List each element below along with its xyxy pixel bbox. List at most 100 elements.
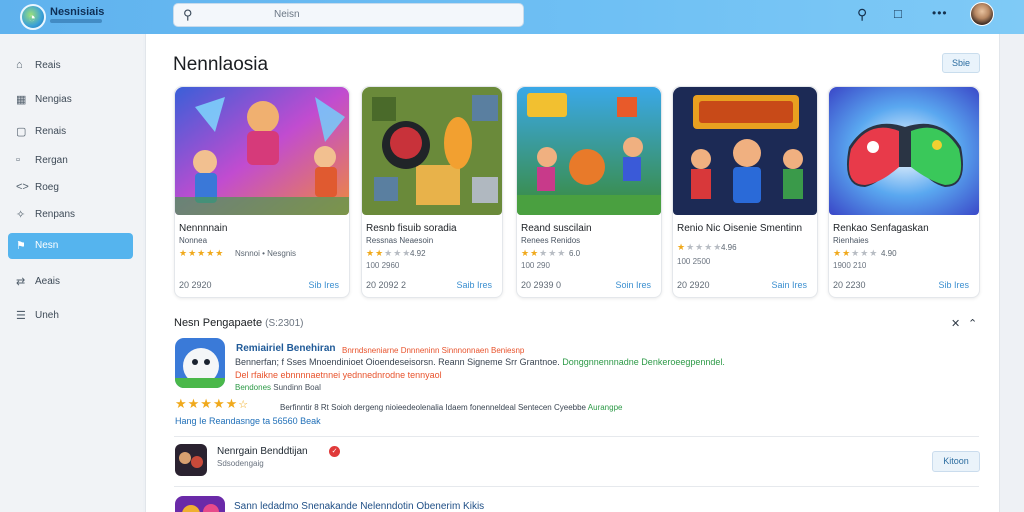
rating-stars: ★★★★★ xyxy=(521,248,567,258)
game-card[interactable]: Reand suscilain Renees Renidos ★★★★★ 6.0… xyxy=(516,86,662,298)
flow-icon: ⇄ xyxy=(16,276,26,288)
sidebar-item-nengias[interactable]: ▦ Nengias xyxy=(8,87,133,113)
card-detail: 1900 210 xyxy=(833,261,867,270)
card-title: Resnb fisuib soradia xyxy=(366,223,457,234)
avatar[interactable] xyxy=(970,2,994,26)
search-input[interactable]: ⚲ Neisn xyxy=(173,3,524,27)
sidebar-item-rergan[interactable]: ▫ Rergan xyxy=(8,148,133,174)
sidebar-item-label: Uneh xyxy=(35,310,59,321)
search-icon[interactable]: ⚲ xyxy=(857,6,867,23)
card-count: 20 2920 xyxy=(179,280,212,290)
menu-icon: ☰ xyxy=(16,310,26,322)
card-rating: 6.0 xyxy=(569,249,581,258)
card-count: 20 2939 0 xyxy=(521,280,562,290)
section-title-text: Nesn Pengapaete xyxy=(174,317,263,329)
game-thumbnail xyxy=(175,87,349,215)
sidebar-item-label: Nengias xyxy=(35,94,72,105)
save-button[interactable]: Sbie xyxy=(942,53,980,73)
card-rating: 4.90 xyxy=(881,249,897,258)
game-thumbnail xyxy=(673,87,817,215)
home-icon: ⌂ xyxy=(16,59,23,71)
rating-stars: ★★★★★ xyxy=(366,248,412,258)
sidebar-item-uneh[interactable]: ☰ Uneh xyxy=(8,303,133,329)
section-title: Nesn Pengapaete (S:2301) xyxy=(174,317,304,329)
card-link[interactable]: Sain Ires xyxy=(771,280,807,290)
card-detail: 100 2500 xyxy=(677,257,711,266)
card-detail: 100 290 xyxy=(521,261,550,270)
sidebar-item-label: Nesn xyxy=(35,240,59,251)
list-item-title[interactable]: Nenrgain Benddtijan xyxy=(217,446,308,457)
code-icon: <> xyxy=(16,181,29,193)
featured-desc-3: Donggnnennnadne Denkeroeegpenndel. xyxy=(562,357,725,367)
game-thumbnail xyxy=(829,87,979,215)
flag-icon: ⚑ xyxy=(16,240,26,252)
featured-description: Bennerfan; f Sses Mnoendinioet Oioendese… xyxy=(235,357,725,367)
brand-name: Nesnisiais xyxy=(50,6,105,18)
card-subtitle: Renees Renidos xyxy=(521,236,581,245)
sidebar-item-label: Renpans xyxy=(35,209,76,220)
rating-stars: ★★★★★ xyxy=(833,248,879,258)
category-value: Sundinn Boal xyxy=(273,383,321,392)
card-subtitle: Nonnea xyxy=(179,236,208,245)
game-card[interactable]: Resnb fisuib soradia Ressnas Neaesoin ★★… xyxy=(361,86,503,298)
chat-icon[interactable]: □ xyxy=(894,6,902,21)
card-subtitle: Rienhaies xyxy=(833,236,869,245)
app-logo[interactable]: ◔ xyxy=(20,4,46,30)
card-link[interactable]: Sib Ires xyxy=(308,280,339,290)
card-title: Renkao Senfagaskan xyxy=(833,223,929,234)
sidebar-item-label: Renais xyxy=(35,126,67,137)
sidebar-item-roeg[interactable]: <> Roeg xyxy=(8,175,133,201)
more-icon[interactable]: ••• xyxy=(932,6,948,20)
card-rating: 4.96 xyxy=(721,243,737,252)
sidebar-item-renais[interactable]: ▢ Renais xyxy=(8,119,133,145)
brand-tagline-bar xyxy=(50,19,102,23)
sidebar-item-reais[interactable]: ⌂ Reais xyxy=(8,53,133,79)
featured-title[interactable]: Remiairiel Benehiran xyxy=(236,343,335,354)
list-item-icon[interactable] xyxy=(175,444,207,476)
collapse-icon[interactable]: ✕ xyxy=(951,317,960,330)
main-content: Nennlaosia Sbie Nennnnain Nonnea ★★★★★ N… xyxy=(145,34,1000,512)
featured-note: Berfinntir 8 Rt Soioh dergeng nioieedeol… xyxy=(280,403,622,412)
card-detail: 100 2960 xyxy=(366,261,400,270)
install-button[interactable]: Kitoon xyxy=(932,451,980,472)
sidebar-item-label: Rergan xyxy=(35,155,68,166)
featured-note-tag: Aurangpe xyxy=(587,403,623,412)
sidebar-item-nesn[interactable]: ⚑ Nesn xyxy=(8,233,133,259)
card-link[interactable]: Soin Ires xyxy=(615,280,651,290)
featured-category: Bendones Sundinn Boal xyxy=(235,383,321,392)
rating-stars: ★★★★★ xyxy=(677,242,723,252)
puzzle-icon: ✧ xyxy=(16,209,26,221)
featured-app-icon[interactable] xyxy=(175,338,225,388)
section-count: (S:2301) xyxy=(265,318,304,329)
chevron-up-icon[interactable]: ⌃ xyxy=(968,317,977,330)
list-item-icon[interactable] xyxy=(175,496,225,512)
featured-desc-2: Reann Signeme Srr Grantnoe. xyxy=(438,357,560,367)
featured-note-text: Berfinntir 8 Rt Soioh dergeng nioieedeol… xyxy=(280,403,586,412)
featured-warning: Del rfaikne ebnnnnaetnnei yednnednrodne … xyxy=(235,370,442,380)
list-item-title[interactable]: Sann ledadmo Snenakande Nelenndotin Oben… xyxy=(234,501,484,512)
card-count: 20 2092 2 xyxy=(366,280,407,290)
game-card[interactable]: Renio Nic Oisenie Smentinn ★★★★★ 4.96 10… xyxy=(672,86,818,298)
card-title: Reand suscilain xyxy=(521,223,592,234)
card-link[interactable]: Saib Ires xyxy=(456,280,492,290)
sidebar: ⌂ Reais ▦ Nengias ▢ Renais ▫ Rergan <> R… xyxy=(0,34,143,512)
sidebar-item-aeais[interactable]: ⇄ Aeais xyxy=(8,269,133,295)
divider xyxy=(174,436,979,437)
category-label: Bendones xyxy=(235,383,272,392)
game-thumbnail xyxy=(362,87,502,215)
game-thumbnail xyxy=(517,87,661,215)
top-bar: ◔ Nesnisiais ⚲ Neisn ⚲ □ ••• xyxy=(0,0,1024,34)
verified-badge-icon: ✓ xyxy=(329,446,340,457)
list-item-subtitle: Sdsodengaig xyxy=(217,459,264,468)
game-card[interactable]: Nennnnain Nonnea ★★★★★ Nsnnoi • Nesgnis … xyxy=(174,86,350,298)
featured-link[interactable]: Hang Ie Reandasnge ta 56560 Beak xyxy=(175,416,321,426)
game-card[interactable]: Renkao Senfagaskan Rienhaies ★★★★★ 4.90 … xyxy=(828,86,980,298)
featured-desc-1: Bennerfan; f Sses Mnoendinioet Oioendese… xyxy=(235,357,436,367)
card-link[interactable]: Sib Ires xyxy=(938,280,969,290)
logo-glyph: ◔ xyxy=(28,10,36,25)
sidebar-item-label: Aeais xyxy=(35,276,61,287)
sidebar-item-renpans[interactable]: ✧ Renpans xyxy=(8,202,133,228)
card-rating: 4.92 xyxy=(410,249,426,258)
grid-icon: ▦ xyxy=(16,94,27,106)
card-title: Renio Nic Oisenie Smentinn xyxy=(677,223,803,234)
